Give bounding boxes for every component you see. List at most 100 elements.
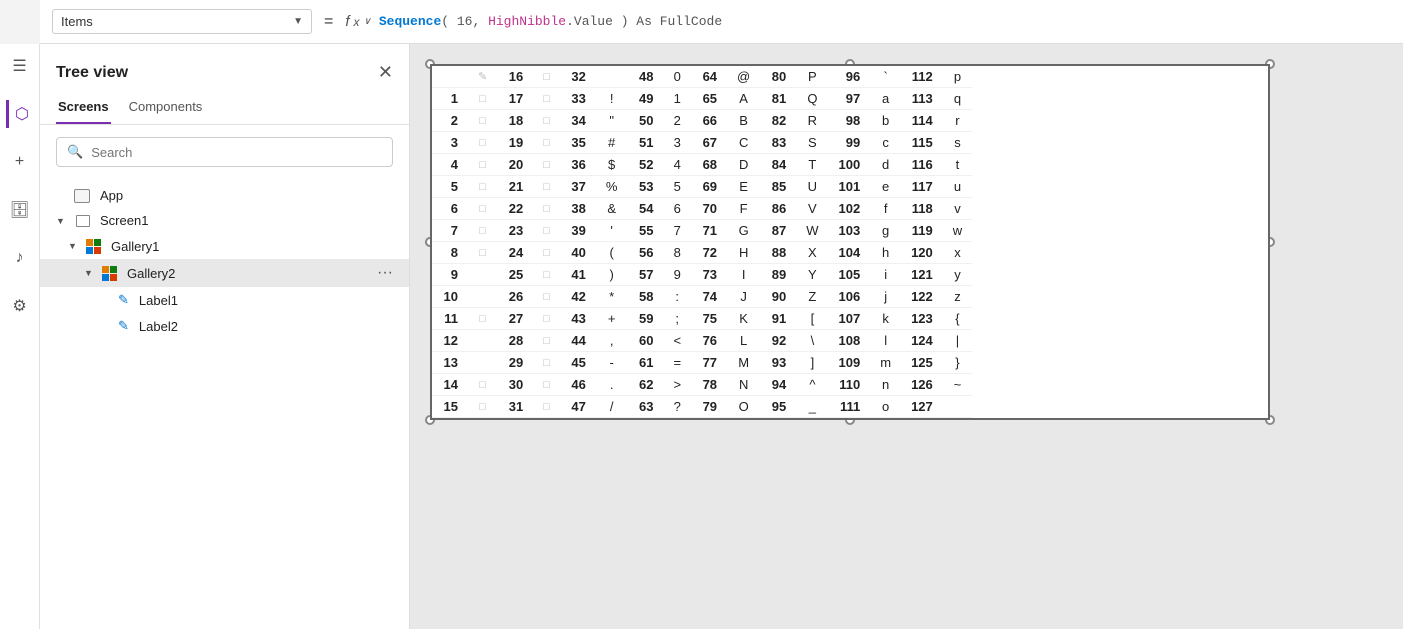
add-icon[interactable]: + [6, 148, 34, 176]
cell-char: □ [468, 88, 497, 110]
cell-num: 86 [760, 198, 796, 220]
expand-icon: ▼ [84, 268, 98, 278]
cell-num: 51 [627, 132, 663, 154]
cell-char: □ [468, 220, 497, 242]
cell-num: 26 [497, 286, 533, 308]
cell-char: 9 [663, 264, 691, 286]
tab-components[interactable]: Components [127, 93, 205, 124]
hamburger-icon[interactable]: ☰ [6, 52, 34, 80]
label1-icon: ✎ [118, 292, 129, 308]
search-input[interactable] [91, 145, 382, 160]
gallery-frame[interactable]: ✎16□3248064@80P96`112p1□17□33!49165A81Q9… [430, 64, 1270, 420]
expand-icon [100, 295, 114, 306]
cell-num: 102 [829, 198, 871, 220]
cell-char: Q [796, 88, 828, 110]
cell-num: 87 [760, 220, 796, 242]
cell-char: { [943, 308, 972, 330]
cell-num: 118 [901, 198, 943, 220]
table-row: 1228□44,60<76L92\108l124| [432, 330, 972, 352]
data-icon[interactable]: 🗄 [6, 196, 34, 224]
cell-num: 97 [829, 88, 871, 110]
cell-num: 70 [691, 198, 727, 220]
layers-icon[interactable]: ⬡ [6, 100, 34, 128]
cell-char: □ [468, 198, 497, 220]
cell-num: 78 [691, 374, 727, 396]
sidebar-item-gallery1[interactable]: ▼ Gallery1 [40, 233, 409, 259]
cell-char: □ [468, 132, 497, 154]
cell-char: G [727, 220, 760, 242]
cell-num: 29 [497, 352, 533, 374]
cell-num: 67 [691, 132, 727, 154]
cell-num: 89 [760, 264, 796, 286]
cell-num: 65 [691, 88, 727, 110]
cell-num: 110 [829, 374, 871, 396]
cell-num: 53 [627, 176, 663, 198]
sidebar-item-label2[interactable]: ✎ Label2 [40, 313, 409, 339]
sidebar-item-label1[interactable]: ✎ Label1 [40, 287, 409, 313]
cell-num: 72 [691, 242, 727, 264]
cell-char: □ [533, 242, 560, 264]
cell-char [468, 264, 497, 286]
cell-num: 24 [497, 242, 533, 264]
equals-symbol: = [320, 13, 337, 31]
sidebar-item-app[interactable]: App [40, 183, 409, 208]
cell-num: 39 [560, 220, 596, 242]
cell-num: 46 [560, 374, 596, 396]
cell-num: 99 [829, 132, 871, 154]
cell-char: 6 [663, 198, 691, 220]
cell-num: 76 [691, 330, 727, 352]
ascii-table: ✎16□3248064@80P96`112p1□17□33!49165A81Q9… [432, 66, 972, 418]
cell-char: = [663, 352, 691, 374]
fx-button[interactable]: fx ∨ [345, 13, 371, 30]
cell-char: r [943, 110, 972, 132]
cell-num: 95 [760, 396, 796, 418]
tree-tabs: Screens Components [40, 93, 409, 125]
cell-num: 15 [432, 396, 468, 418]
cell-char: ` [870, 66, 901, 88]
cell-num: 42 [560, 286, 596, 308]
cell-num: 96 [829, 66, 871, 88]
more-options-icon[interactable]: ··· [377, 264, 393, 282]
cell-num: 59 [627, 308, 663, 330]
cell-char: □ [533, 66, 560, 88]
cell-num: 22 [497, 198, 533, 220]
table-row: 1329□45-61=77M93]109m125} [432, 352, 972, 374]
cell-num: 28 [497, 330, 533, 352]
cell-char: } [943, 352, 972, 374]
table-row: 15□31□47/63?79O95_111o127 [432, 396, 972, 418]
tree-header: Tree view ✕ [40, 44, 409, 93]
cell-char: □ [533, 154, 560, 176]
table-row: 6□22□38&54670F86V102f118v [432, 198, 972, 220]
table-row: 8□24□40(56872H88X104h120x [432, 242, 972, 264]
tab-screens[interactable]: Screens [56, 93, 111, 124]
cell-char: F [727, 198, 760, 220]
cell-num: 19 [497, 132, 533, 154]
fx-label: f [345, 13, 349, 30]
table-row: 7□23□39'55771G87W103g119w [432, 220, 972, 242]
sidebar-item-gallery2[interactable]: ▼ Gallery2 ··· [40, 259, 409, 287]
sidebar-item-screen1[interactable]: ▼ Screen1 [40, 208, 409, 233]
cell-num: 58 [627, 286, 663, 308]
gallery2-icon [102, 265, 117, 281]
items-dropdown[interactable]: Items ▼ [52, 9, 312, 34]
cell-num: 120 [901, 242, 943, 264]
settings-icon[interactable]: ⚙ [6, 292, 34, 320]
cell-char: □ [468, 374, 497, 396]
cell-char: c [870, 132, 901, 154]
cell-num: 93 [760, 352, 796, 374]
cell-char: q [943, 88, 972, 110]
cell-char: 8 [663, 242, 691, 264]
expand-icon: ▼ [68, 241, 82, 251]
cell-char: □ [533, 330, 560, 352]
cell-char: k [870, 308, 901, 330]
media-icon[interactable]: ♪ [6, 244, 34, 272]
cell-num: 111 [829, 396, 871, 418]
cell-num: 123 [901, 308, 943, 330]
cell-num: 3 [432, 132, 468, 154]
formula-input[interactable]: Sequence( 16, HighNibble.Value ) As Full… [379, 14, 1391, 29]
cell-char: R [796, 110, 828, 132]
tree-body: App ▼ Screen1 ▼ Gallery1 ▼ [40, 179, 409, 629]
cell-char: : [663, 286, 691, 308]
close-icon[interactable]: ✕ [378, 62, 393, 83]
formula-keyword-highnibble: HighNibble [488, 14, 566, 29]
